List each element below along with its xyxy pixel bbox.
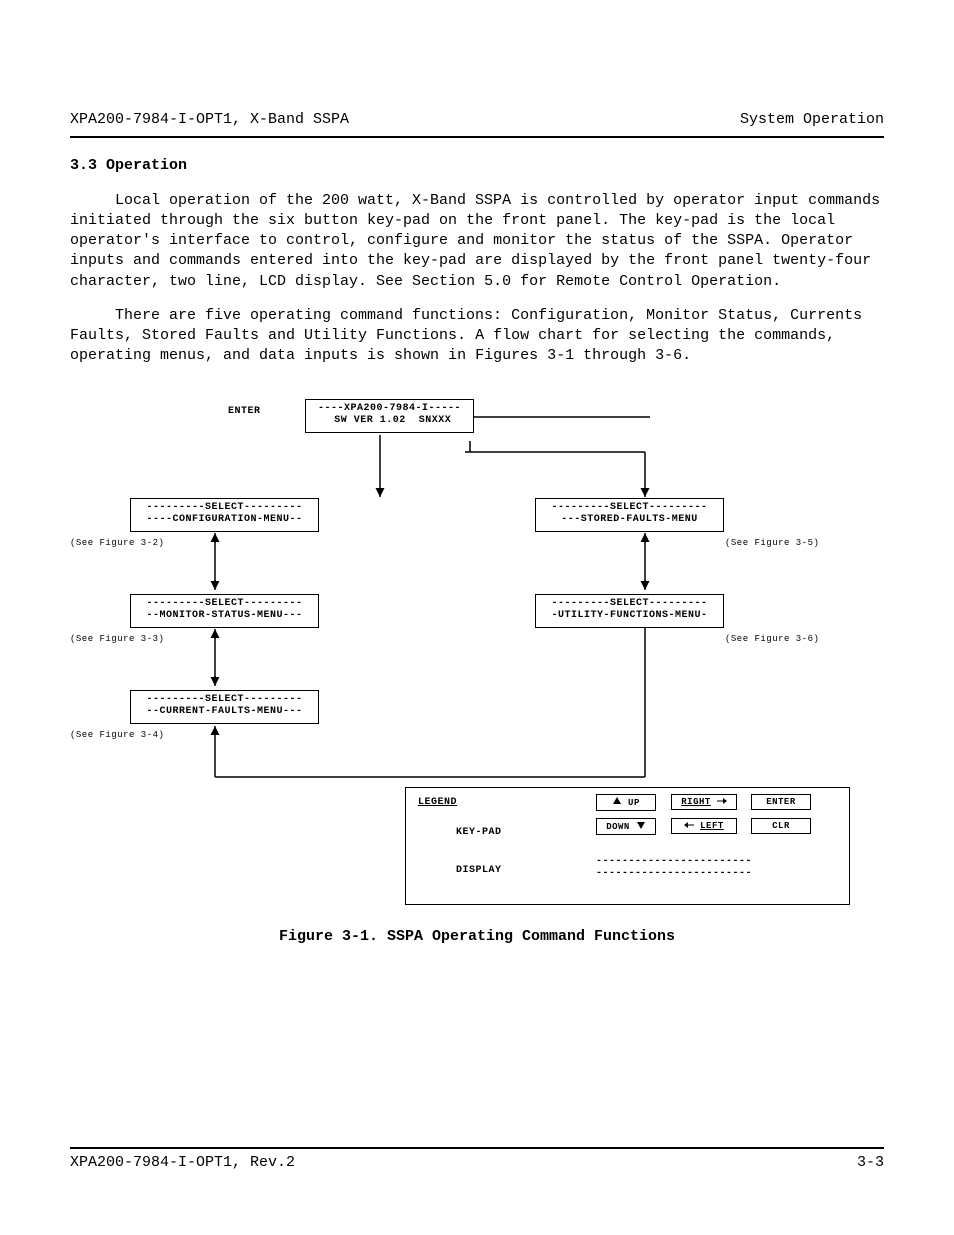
page: XPA200-7984-I-OPT1, X-Band SSPA System O… <box>0 0 954 1235</box>
legend-key-right: RIGHT <box>671 794 737 810</box>
enter-label: ENTER <box>228 405 261 419</box>
box-config: ---------SELECT--------- ----CONFIGURATI… <box>130 498 319 532</box>
flowchart-diagram: ENTER ----XPA200-7984-I----- SW VER 1.02… <box>70 397 884 917</box>
footer-right: 3-3 <box>857 1153 884 1173</box>
box-top: ----XPA200-7984-I----- SW VER 1.02 SNXXX <box>305 399 474 433</box>
legend-display-label: DISPLAY <box>456 864 502 878</box>
arrow-left-icon <box>684 821 694 829</box>
box-monitor: ---------SELECT--------- --MONITOR-STATU… <box>130 594 319 628</box>
running-header: XPA200-7984-I-OPT1, X-Band SSPA System O… <box>70 110 884 130</box>
legend-keypad-label: KEY-PAD <box>456 826 502 840</box>
note-config: (See Figure 3-2) <box>70 537 164 549</box>
legend-key-up: UP <box>596 794 656 811</box>
box-stored: ---------SELECT--------- ---STORED-FAULT… <box>535 498 724 532</box>
legend-key-clr: CLR <box>751 818 811 834</box>
legend-key-left: LEFT <box>671 818 737 834</box>
footer-left: XPA200-7984-I-OPT1, Rev.2 <box>70 1153 295 1173</box>
section-title: 3.3 Operation <box>70 156 884 176</box>
box-utility: ---------SELECT--------- -UTILITY-FUNCTI… <box>535 594 724 628</box>
box-current: ---------SELECT--------- --CURRENT-FAULT… <box>130 690 319 724</box>
footer-rule <box>70 1147 884 1149</box>
arrow-up-icon <box>612 796 622 806</box>
paragraph-2: There are five operating command functio… <box>70 306 884 367</box>
legend-key-down: DOWN <box>596 818 656 835</box>
note-utility: (See Figure 3-6) <box>725 633 819 645</box>
legend-panel: LEGEND KEY-PAD DISPLAY UP RIGHT ENTER DO… <box>405 787 850 905</box>
arrow-down-icon <box>636 820 646 830</box>
note-monitor: (See Figure 3-3) <box>70 633 164 645</box>
figure-caption: Figure 3-1. SSPA Operating Command Funct… <box>70 927 884 947</box>
header-left: XPA200-7984-I-OPT1, X-Band SSPA <box>70 110 349 130</box>
legend-display-lines: ------------------------ ---------------… <box>596 856 752 880</box>
note-current: (See Figure 3-4) <box>70 729 164 741</box>
header-rule <box>70 136 884 138</box>
legend-title: LEGEND <box>418 796 457 810</box>
arrow-right-icon <box>717 797 727 805</box>
legend-key-enter: ENTER <box>751 794 811 810</box>
note-stored: (See Figure 3-5) <box>725 537 819 549</box>
header-right: System Operation <box>740 110 884 130</box>
paragraph-1: Local operation of the 200 watt, X-Band … <box>70 191 884 292</box>
footer: XPA200-7984-I-OPT1, Rev.2 3-3 <box>70 1153 884 1173</box>
